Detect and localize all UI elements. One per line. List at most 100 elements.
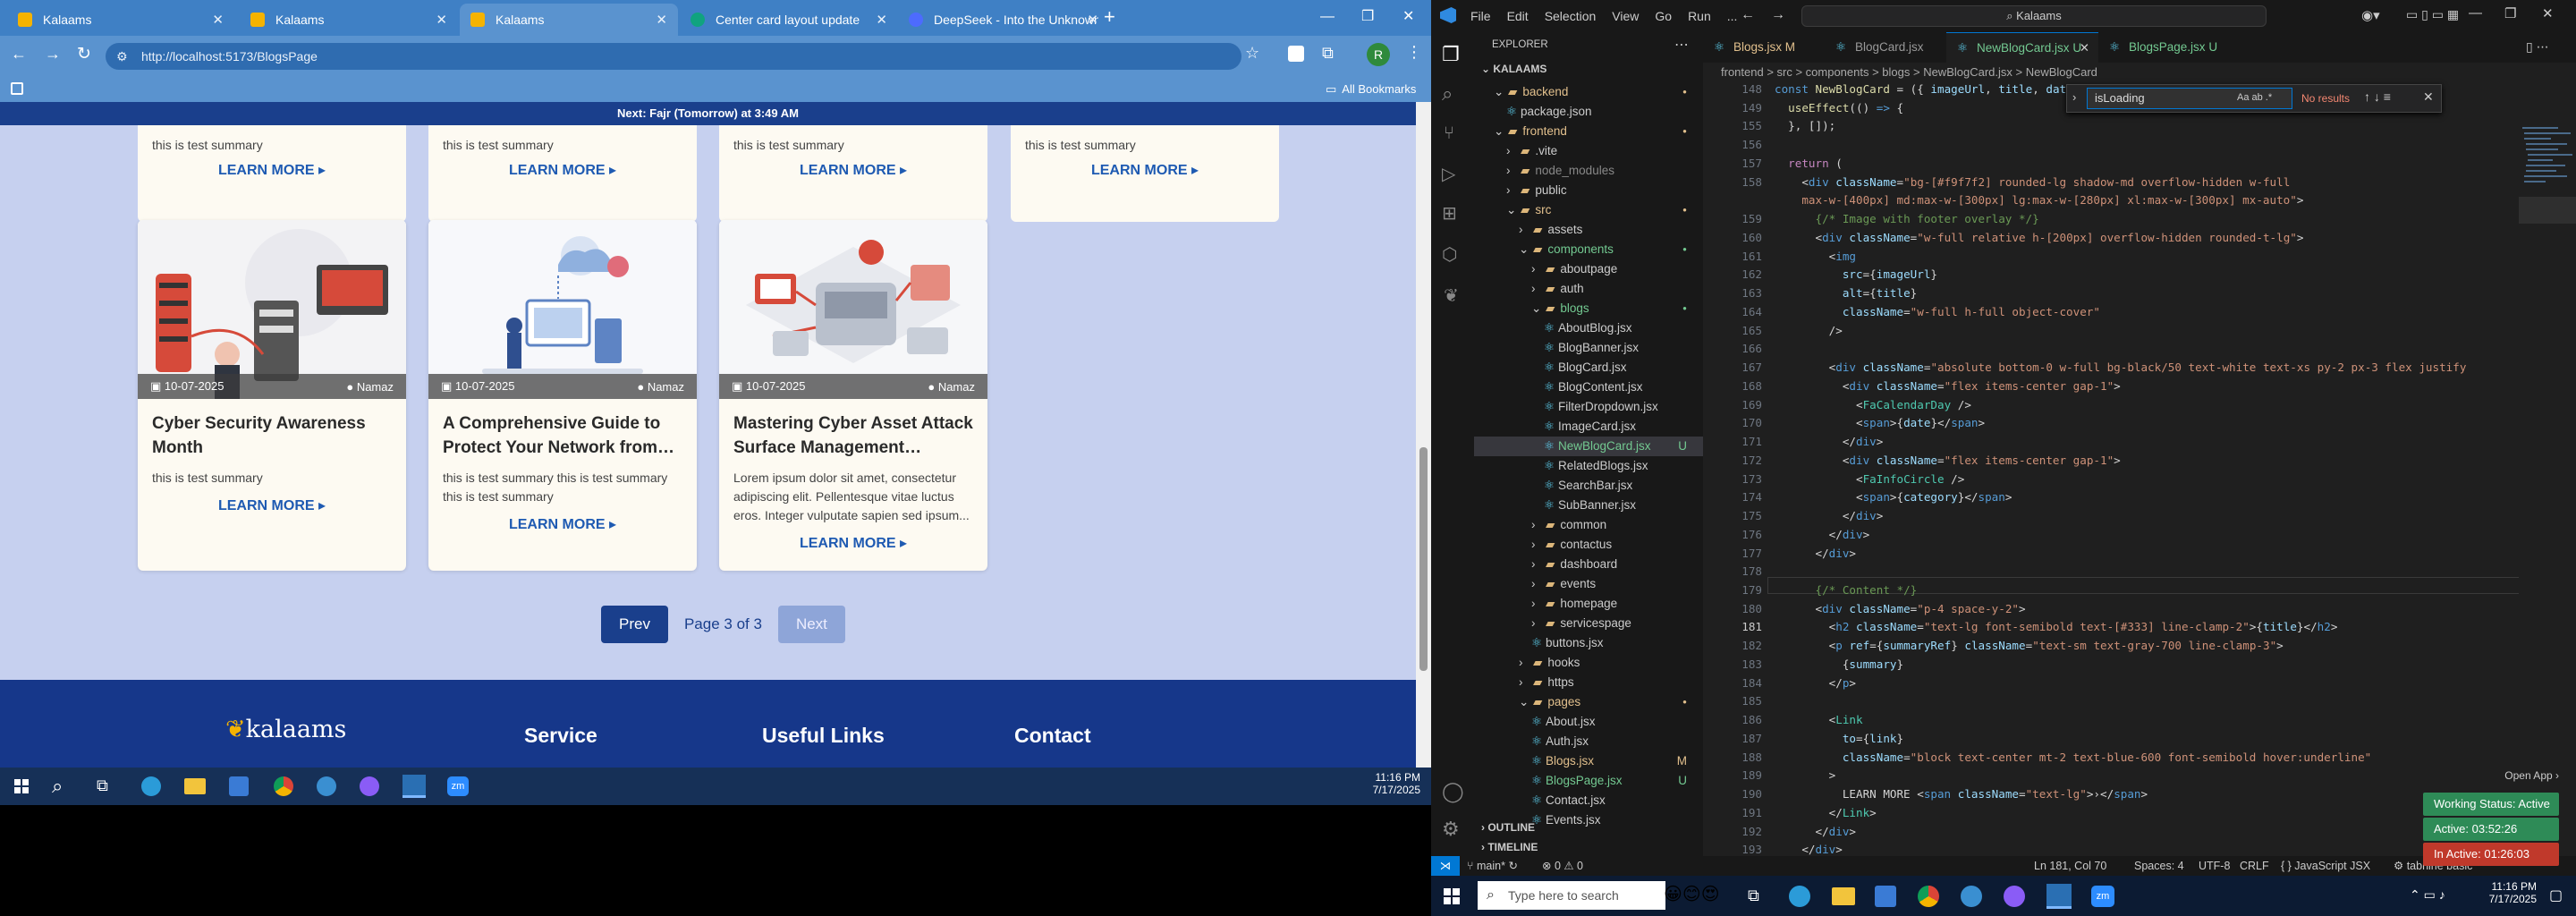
- browser-tab[interactable]: Center card layout update ✕: [680, 4, 898, 36]
- menu-selection[interactable]: Selection: [1545, 9, 1597, 23]
- profile-avatar[interactable]: R: [1367, 43, 1390, 66]
- run-debug-icon[interactable]: ▷: [1442, 163, 1455, 185]
- github-desktop-icon[interactable]: [360, 776, 379, 796]
- file-tree-folder[interactable]: › ▰ hooks: [1474, 653, 1703, 673]
- file-tree-file[interactable]: ⚛ Contact.jsx: [1474, 791, 1703, 810]
- close-icon[interactable]: ✕: [1087, 12, 1098, 28]
- extension-icon[interactable]: [1288, 46, 1304, 62]
- address-bar-input[interactable]: ⚙ http://localhost:5173/BlogsPage: [106, 43, 1241, 70]
- timeline-section[interactable]: › TIMELINE: [1481, 841, 1538, 853]
- site-info-icon[interactable]: ⚙: [116, 43, 128, 70]
- file-tree-folder[interactable]: › ▰ .vite: [1474, 141, 1703, 161]
- system-tray-icons[interactable]: ⌃ ▭ ♪: [2410, 887, 2445, 903]
- copilot-icon[interactable]: ◉▾: [2361, 7, 2380, 23]
- file-tree-folder[interactable]: › ▰ contactus: [1474, 535, 1703, 555]
- clock[interactable]: 11:16 PM 7/17/2025: [2474, 880, 2537, 905]
- source-control-icon[interactable]: ⑂: [1444, 123, 1454, 144]
- close-icon[interactable]: ✕: [212, 12, 224, 28]
- explorer-files-icon[interactable]: ❐: [1442, 43, 1460, 66]
- learn-more-link[interactable]: LEARN MORE ▸: [1011, 161, 1279, 179]
- browser-tab[interactable]: Kalaams ✕: [240, 4, 458, 36]
- windows-start-icon[interactable]: [14, 779, 29, 793]
- problems-count[interactable]: ⊗ 0 ⚠ 0: [1542, 856, 1583, 876]
- file-tree-file[interactable]: ⚛ Blogs.jsx M: [1474, 751, 1703, 771]
- menu-go[interactable]: Go: [1655, 9, 1672, 23]
- file-tree-file[interactable]: ⚛ SubBanner.jsx: [1474, 496, 1703, 515]
- file-tree-folder[interactable]: ⌄ ▰ pages ●: [1474, 692, 1703, 712]
- new-tab-plus-icon[interactable]: +: [1104, 5, 1115, 29]
- page-scrollbar-thumb[interactable]: [1419, 447, 1428, 671]
- encoding[interactable]: UTF-8: [2199, 856, 2230, 876]
- more-actions-icon[interactable]: ⋯: [1674, 36, 1689, 54]
- file-tree-folder[interactable]: › ▰ public: [1474, 181, 1703, 200]
- file-tree-folder[interactable]: › ▰ common: [1474, 515, 1703, 535]
- outline-section[interactable]: › OUTLINE: [1481, 821, 1535, 834]
- store-icon[interactable]: [1875, 886, 1896, 907]
- workspace-root[interactable]: ⌄ KALAAMS: [1481, 63, 1546, 75]
- file-tree-folder[interactable]: › ▰ node_modules: [1474, 161, 1703, 181]
- editor-tab-active[interactable]: ⚛ NewBlogCard.jsx U ✕: [1946, 32, 2098, 63]
- file-tree-folder[interactable]: › ▰ https: [1474, 673, 1703, 692]
- file-tree-folder[interactable]: › ▰ auth: [1474, 279, 1703, 299]
- close-icon[interactable]: ✕: [656, 12, 667, 28]
- file-tree-folder[interactable]: › ▰ dashboard: [1474, 555, 1703, 574]
- language-mode[interactable]: { } JavaScript JSX: [2281, 856, 2370, 876]
- learn-more-link[interactable]: LEARN MORE ▸: [719, 161, 987, 179]
- minimize-icon[interactable]: —: [2469, 5, 2482, 21]
- file-tree-folder[interactable]: ⌄ ▰ frontend ●: [1474, 122, 1703, 141]
- close-window-icon[interactable]: ✕: [2542, 5, 2554, 21]
- command-center-search[interactable]: ⌕ Kalaams: [1801, 5, 2267, 27]
- mongodb-leaf-icon[interactable]: ❦: [1444, 284, 1459, 307]
- split-editor-icon[interactable]: ▯ ⋯: [2526, 39, 2549, 55]
- open-app-link[interactable]: Open App ›: [2504, 769, 2559, 782]
- file-tree-file[interactable]: ⚛ BlogsPage.jsx U: [1474, 771, 1703, 791]
- app-icon[interactable]: [317, 776, 336, 796]
- file-tree-folder[interactable]: ⌄ ▰ backend ●: [1474, 82, 1703, 102]
- github-desktop-icon[interactable]: [2004, 886, 2025, 907]
- file-explorer-icon[interactable]: [184, 778, 206, 794]
- nav-back-icon[interactable]: ←: [1741, 7, 1755, 23]
- close-window-icon[interactable]: ✕: [1402, 7, 1414, 25]
- git-branch[interactable]: ⑂ main* ↻: [1467, 856, 1518, 876]
- nav-forward-icon[interactable]: →: [1771, 7, 1785, 23]
- app-icon[interactable]: [1961, 886, 1982, 907]
- footer-brand[interactable]: ❦kalaams: [225, 716, 346, 743]
- file-tree-file[interactable]: ⚛ RelatedBlogs.jsx: [1474, 456, 1703, 476]
- forward-arrow-icon[interactable]: →: [45, 45, 61, 64]
- file-tree-file[interactable]: ⚛ BlogBanner.jsx: [1474, 338, 1703, 358]
- all-bookmarks[interactable]: ▭ All Bookmarks: [1326, 82, 1416, 97]
- settings-gear-icon[interactable]: ⚙: [1442, 818, 1460, 841]
- editor-tab[interactable]: ⚛ BlogsPage.jsx U: [2098, 32, 2233, 63]
- next-button[interactable]: Next: [777, 606, 845, 643]
- extensions-icon[interactable]: ⊞: [1442, 202, 1457, 225]
- file-tree-file[interactable]: ⚛ buttons.jsx: [1474, 633, 1703, 653]
- file-tree-file[interactable]: ⚛ FilterDropdown.jsx: [1474, 397, 1703, 417]
- learn-more-link[interactable]: LEARN MORE ▸: [443, 515, 682, 533]
- edge-icon[interactable]: [1789, 886, 1810, 907]
- browser-tab[interactable]: Kalaams ✕: [7, 4, 234, 36]
- file-tree-folder[interactable]: ⌄ ▰ src ●: [1474, 200, 1703, 220]
- edge-icon[interactable]: [141, 776, 161, 796]
- file-tree-folder[interactable]: ⌄ ▰ blogs ●: [1474, 299, 1703, 318]
- task-view-icon[interactable]: ⧉: [97, 776, 108, 795]
- file-tree-file[interactable]: ⚛ ImageCard.jsx: [1474, 417, 1703, 437]
- learn-more-link[interactable]: LEARN MORE ▸: [428, 161, 697, 179]
- indentation[interactable]: Spaces: 4: [2134, 856, 2184, 876]
- file-tree-file[interactable]: ⚛ BlogContent.jsx: [1474, 377, 1703, 397]
- menu-more[interactable]: ...: [1727, 9, 1738, 23]
- store-icon[interactable]: [229, 776, 249, 796]
- file-tree-folder[interactable]: › ▰ assets: [1474, 220, 1703, 240]
- minimize-icon[interactable]: —: [1320, 9, 1335, 25]
- blog-card[interactable]: ▣ 10-07-2025 ● Namaz A Comprehensive Gui…: [428, 220, 697, 571]
- file-tree-folder[interactable]: › ▰ events: [1474, 574, 1703, 594]
- learn-more-link[interactable]: LEARN MORE ▸: [138, 161, 406, 179]
- find-nav-icons[interactable]: ↑ ↓ ≡: [2364, 89, 2391, 104]
- vscode-icon[interactable]: [402, 775, 426, 798]
- restore-icon[interactable]: ❐: [2504, 5, 2516, 21]
- bookmark-star-icon[interactable]: ☆: [1245, 44, 1259, 63]
- remote-indicator-icon[interactable]: ⋊: [1431, 856, 1460, 876]
- file-tree-file[interactable]: ⚛ Auth.jsx: [1474, 732, 1703, 751]
- blog-card[interactable]: ▣ 10-07-2025 ● Namaz Cyber Security Awar…: [138, 220, 406, 571]
- menu-edit[interactable]: Edit: [1507, 9, 1529, 23]
- account-icon[interactable]: ◯: [1442, 780, 1464, 803]
